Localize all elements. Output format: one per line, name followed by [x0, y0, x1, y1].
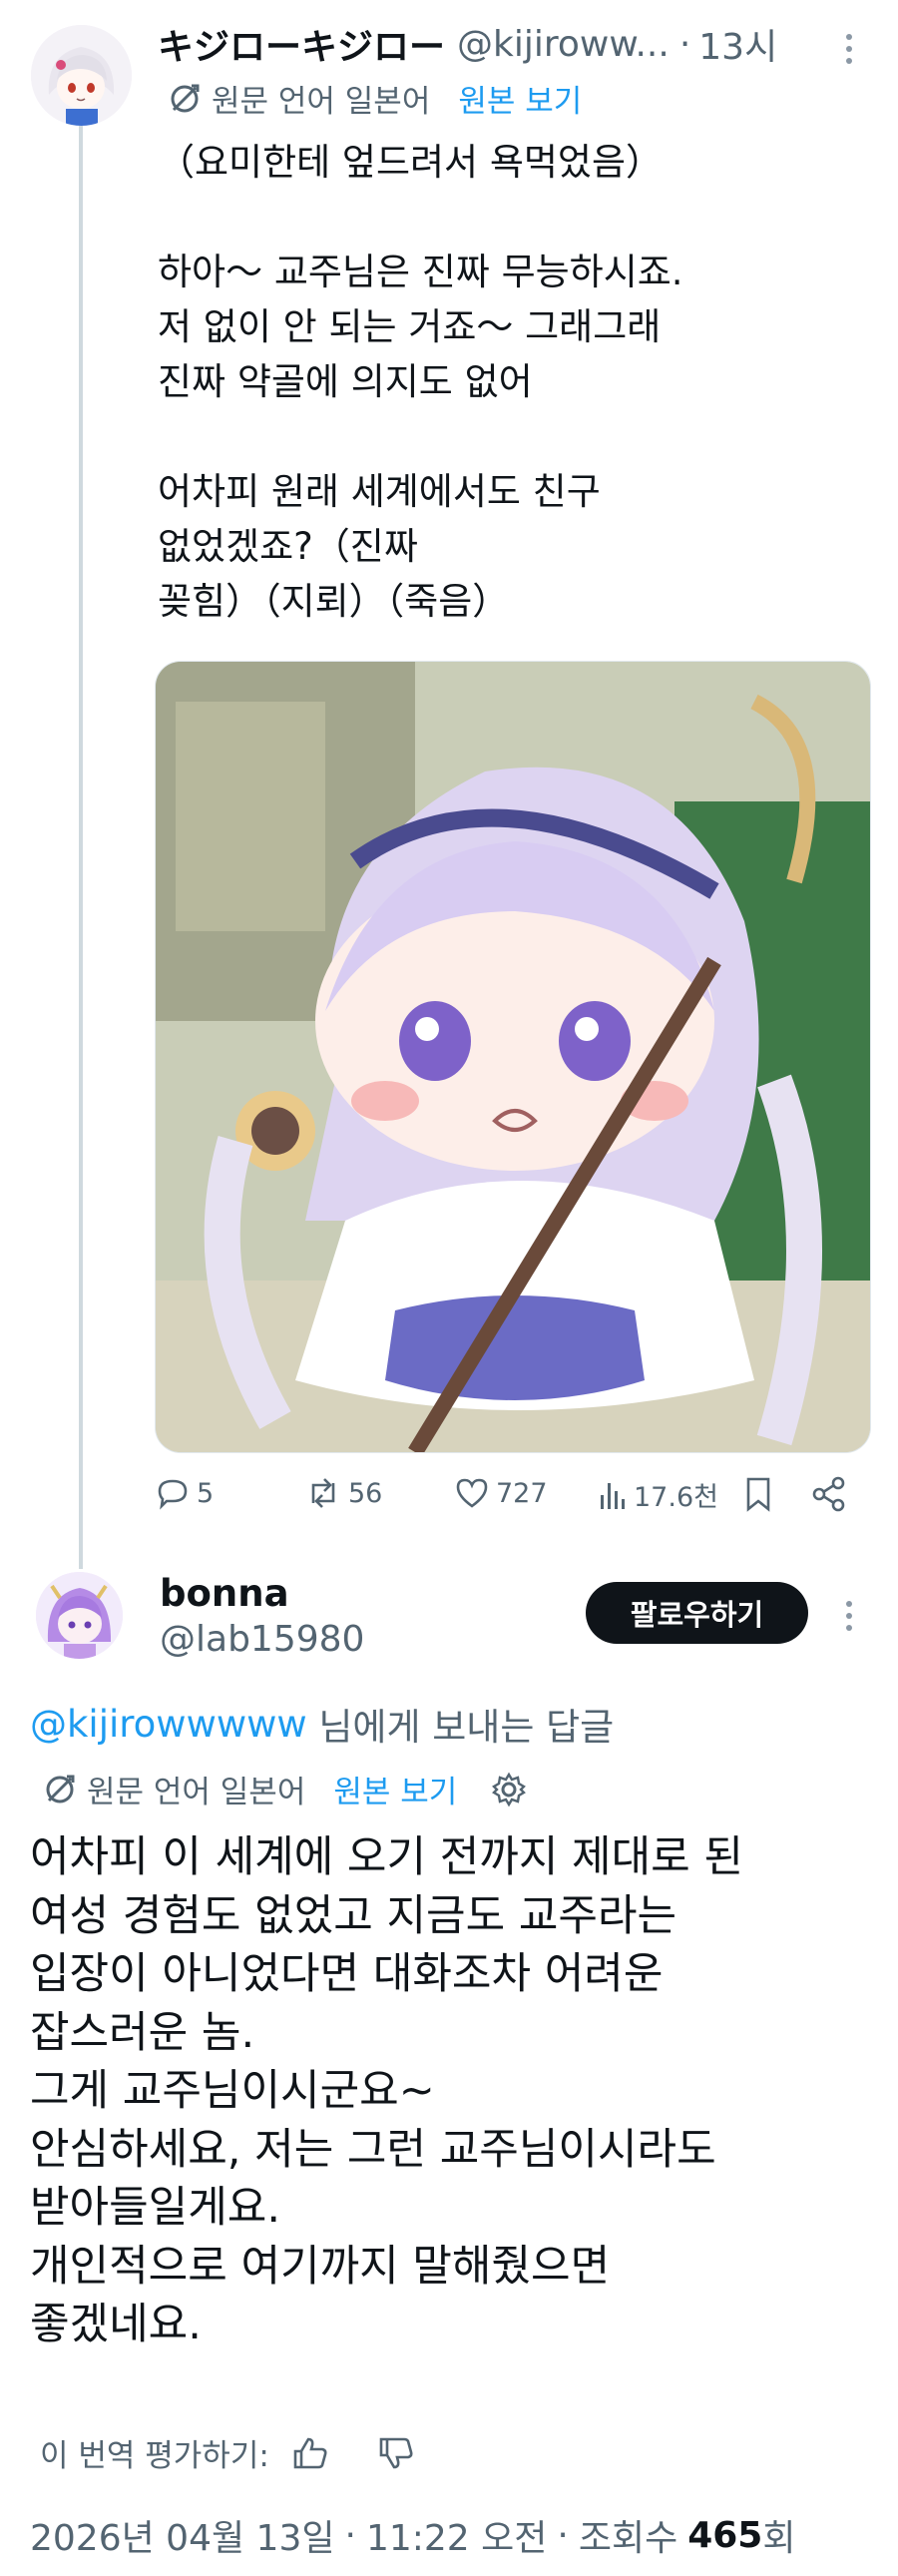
translation-label: 원문 언어 일본어 — [212, 84, 431, 120]
retweet-button[interactable]: 56 — [304, 1475, 382, 1511]
views-button[interactable]: 17.6천 — [598, 1475, 718, 1514]
views-icon — [601, 1482, 625, 1509]
bookmark-button[interactable] — [743, 1475, 773, 1513]
like-count: 727 — [496, 1477, 548, 1509]
reply-to-mention[interactable]: @kijirowwwww — [30, 1703, 307, 1746]
tweet-text: （요미한테 엎드려서 욕먹었음） 하아～ 교주님은 진짜 무능하시죠. 저 없이… — [158, 141, 683, 623]
view-original-link[interactable]: 원본 보기 — [458, 76, 582, 121]
view-original-link[interactable]: 원본 보기 — [333, 1767, 457, 1811]
like-icon — [456, 1478, 488, 1508]
tweet-image[interactable] — [155, 661, 871, 1453]
like-button[interactable]: 727 — [454, 1475, 548, 1511]
views-count: 465 — [687, 2514, 763, 2556]
reply-button[interactable]: 5 — [155, 1475, 214, 1511]
settings-gear-icon[interactable] — [491, 1772, 527, 1807]
views-label: 조회수 — [578, 2518, 678, 2559]
more-options-icon[interactable] — [839, 1601, 859, 1631]
reply-author-avatar[interactable] — [36, 1572, 123, 1659]
tweet-timestamp-footer: 2026년 04월 13일 · 11:22 오전 · 조회수 465 회 — [30, 2509, 795, 2561]
retweet-icon — [311, 1478, 335, 1508]
avatar[interactable] — [31, 25, 132, 126]
avatar-illustration — [31, 25, 132, 126]
tweet-image-illustration — [156, 662, 870, 1452]
reply-author-handle[interactable]: @lab15980 — [160, 1619, 364, 1660]
translation-notice: 원문 언어 일본어 원본 보기 — [43, 1767, 527, 1811]
reply-text: 어차피 이 세계에 오기 전까지 제대로 된 여성 경험도 없었고 지금도 교주… — [30, 1832, 743, 2349]
translate-icon — [46, 1775, 75, 1803]
user-handle[interactable]: @kijiroww... — [457, 24, 670, 65]
follow-button[interactable]: 팔로우하기 — [586, 1582, 808, 1644]
translation-label: 원문 언어 일본어 — [87, 1775, 306, 1810]
tweet-date[interactable]: 2026년 04월 13일 — [30, 2509, 334, 2561]
reply-author-name[interactable]: bonna — [160, 1572, 289, 1615]
tweet-time[interactable]: 11:22 오전 — [366, 2509, 547, 2561]
more-options-icon[interactable] — [839, 34, 859, 64]
translation-notice: 원문 언어 일본어 원본 보기 — [168, 76, 582, 121]
reply-to-label: 님에게 보내는 답글 — [306, 1706, 615, 1749]
translate-icon — [171, 84, 200, 112]
rate-translation-label: 이 번역 평가하기: — [40, 2438, 269, 2474]
thumbs-down-icon[interactable] — [377, 2435, 415, 2471]
thread-connector-line — [79, 122, 83, 1569]
tweet-actions-bar: 5 56 727 17.6천 — [155, 1475, 873, 1521]
bookmark-icon — [746, 1477, 770, 1512]
tweet1-header: キジローキジロー @kijiroww... · 13시 — [158, 18, 777, 70]
tweet-time[interactable]: 13시 — [698, 18, 777, 70]
display-name[interactable]: キジローキジロー — [158, 18, 445, 70]
retweet-count: 56 — [348, 1477, 383, 1509]
rate-translation: 이 번역 평가하기: — [40, 2430, 415, 2475]
share-button[interactable] — [811, 1475, 847, 1513]
thumbs-up-icon[interactable] — [291, 2435, 329, 2471]
views-unit: 회 — [762, 2518, 796, 2559]
views-count: 17.6천 — [634, 1482, 718, 1513]
avatar-illustration — [36, 1572, 123, 1659]
share-icon — [812, 1476, 845, 1512]
reply-icon — [158, 1479, 188, 1510]
reply-count: 5 — [197, 1477, 215, 1509]
reply-to-line: @kijirowwwww 님에게 보내는 답글 — [30, 1697, 614, 1751]
separator-dot: · — [678, 23, 691, 65]
